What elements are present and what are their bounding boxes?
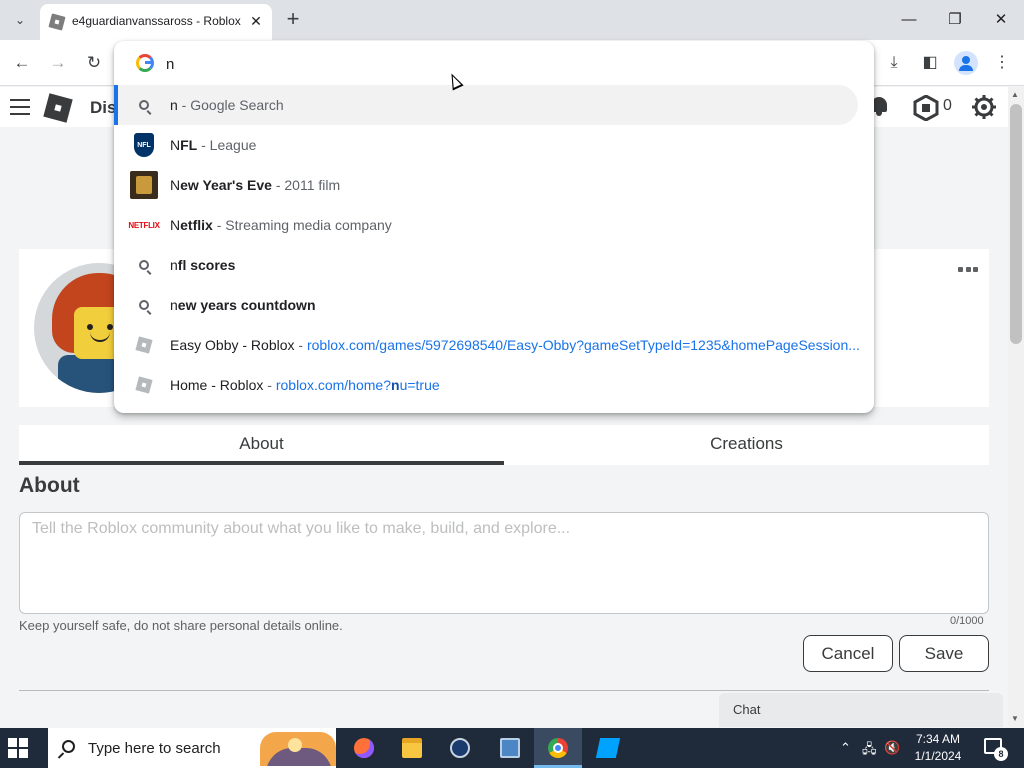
omnibox-dropdown: n - Google Search NFL NFL - League New Y… <box>114 41 874 413</box>
tab-close-icon[interactable]: ✕ <box>246 11 266 31</box>
suggestion-item[interactable]: Home - Roblox - roblox.com/home?nu=true <box>114 365 874 405</box>
windows-taskbar: Type here to search ⌃ 🖧 🔇 7:34 AM 1/1/20… <box>0 728 1024 768</box>
restore-button[interactable]: ❐ <box>932 8 978 32</box>
suggestion-item[interactable]: n - Google Search <box>114 85 858 125</box>
nav-discover-link[interactable]: Dis <box>90 98 116 118</box>
virtualbox-app[interactable] <box>486 728 534 768</box>
google-g-icon <box>136 54 154 72</box>
reload-icon[interactable]: ↻ <box>82 51 106 75</box>
browser-tab-active[interactable]: e4guardianvanssaross - Roblox ✕ <box>40 4 272 40</box>
close-window-button[interactable]: ✕ <box>978 8 1024 32</box>
clock-date: 1/1/2024 <box>914 749 962 763</box>
scrollbar-thumb[interactable] <box>1010 104 1022 344</box>
chrome-app[interactable] <box>534 728 582 768</box>
about-description-input[interactable] <box>19 512 989 614</box>
suggestion-item[interactable]: new years countdown <box>114 285 874 325</box>
search-icon <box>139 300 149 310</box>
suggestion-item[interactable]: NETFLIX Netflix - Streaming media compan… <box>114 205 874 245</box>
tab-search-button[interactable]: ⌄ <box>6 6 34 34</box>
chrome-menu-icon[interactable]: ⋮ <box>990 51 1014 75</box>
search-icon <box>139 260 149 270</box>
scroll-up-arrow-icon[interactable]: ▲ <box>1011 90 1019 99</box>
netflix-icon: NETFLIX <box>128 220 160 230</box>
save-button[interactable]: Save <box>899 635 989 672</box>
tab-title: e4guardianvanssaross - Roblox <box>72 14 241 28</box>
clock-time: 7:34 AM <box>915 732 961 746</box>
search-icon <box>139 100 149 110</box>
system-clock[interactable]: 7:34 AM 1/1/2024 <box>900 731 976 765</box>
roblox-studio-icon <box>595 738 621 758</box>
tab-creations[interactable]: Creations <box>504 425 989 465</box>
suggestion-item[interactable]: Easy Obby - Roblox - roblox.com/games/59… <box>114 325 874 365</box>
search-icon <box>62 740 75 753</box>
folder-icon <box>402 738 422 758</box>
chrome-icon <box>548 738 568 758</box>
windows-start-icon[interactable] <box>8 738 28 758</box>
roblox-studio-app[interactable] <box>584 728 632 768</box>
new-tab-button[interactable]: + <box>282 7 304 33</box>
roblox-favicon-icon <box>48 13 66 31</box>
steam-app[interactable] <box>436 728 484 768</box>
firefox-icon <box>354 738 374 758</box>
suggestion-item[interactable]: NFL NFL - League <box>114 125 874 165</box>
minimize-button[interactable]: — <box>886 8 932 32</box>
tab-strip: ⌄ e4guardianvanssaross - Roblox ✕ + — ❐ … <box>0 0 1024 40</box>
about-heading: About <box>19 474 80 497</box>
taskbar-search-box[interactable]: Type here to search <box>48 728 336 768</box>
scroll-down-arrow-icon[interactable]: ▼ <box>1011 714 1019 723</box>
virtualbox-icon <box>500 738 520 758</box>
hamburger-menu-icon[interactable] <box>10 99 30 115</box>
file-explorer-app[interactable] <box>388 728 436 768</box>
profile-avatar-icon[interactable] <box>954 51 978 75</box>
film-poster-icon <box>130 171 158 199</box>
tray-chevron-icon[interactable]: ⌃ <box>840 740 851 756</box>
address-bar-input[interactable] <box>166 53 846 75</box>
cancel-button[interactable]: Cancel <box>803 635 893 672</box>
settings-gear-icon[interactable] <box>971 94 997 120</box>
character-counter: 0/1000 <box>950 615 984 627</box>
roblox-logo[interactable] <box>43 93 73 123</box>
roblox-favicon-icon <box>135 376 153 394</box>
tab-about[interactable]: About <box>19 425 504 465</box>
roblox-favicon-icon <box>135 336 153 354</box>
notification-count-badge: 8 <box>994 747 1008 761</box>
side-panel-icon[interactable]: ◧ <box>918 51 942 75</box>
section-divider <box>19 690 989 691</box>
back-arrow-icon[interactable]: ← <box>10 51 34 75</box>
robux-icon[interactable] <box>913 95 939 121</box>
volume-muted-icon[interactable]: 🔇 <box>884 740 900 756</box>
search-highlight-image <box>260 732 336 766</box>
chat-bar[interactable]: Chat <box>719 693 1003 727</box>
suggestion-item[interactable]: New Year's Eve - 2011 film <box>114 165 874 205</box>
omnibox <box>114 41 874 85</box>
download-icon[interactable]: ⤓ <box>882 51 906 75</box>
more-options-icon[interactable] <box>958 265 978 273</box>
profile-tabs: About Creations <box>19 425 989 465</box>
network-icon[interactable]: 🖧 <box>862 740 877 762</box>
forward-arrow-icon[interactable]: → <box>46 51 70 75</box>
robux-count: 0 <box>943 97 952 114</box>
taskbar-search-placeholder: Type here to search <box>88 740 221 757</box>
safety-note: Keep yourself safe, do not share persona… <box>19 618 343 633</box>
nfl-icon: NFL <box>134 133 154 157</box>
suggestion-item[interactable]: nfl scores <box>114 245 874 285</box>
firefox-app[interactable] <box>340 728 388 768</box>
steam-icon <box>450 738 470 758</box>
